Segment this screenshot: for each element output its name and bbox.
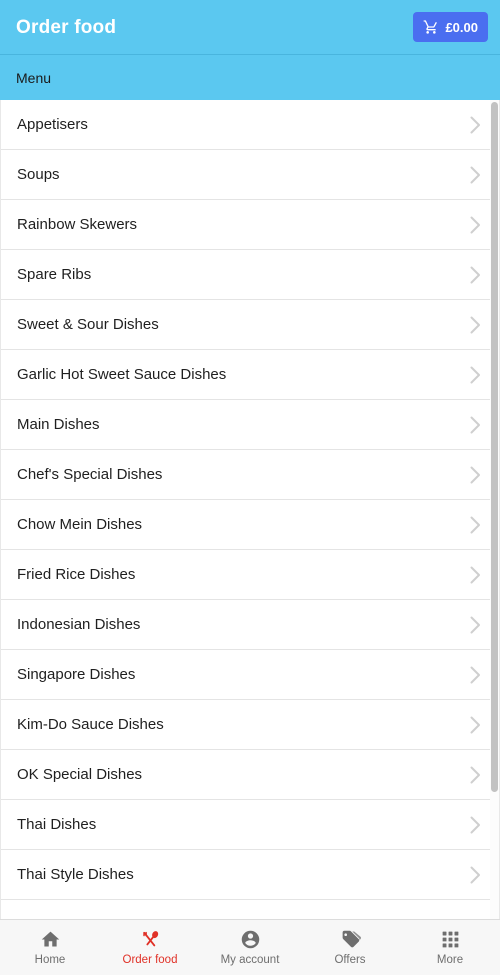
menu-category-label: Thai Dishes <box>17 817 97 832</box>
nav-item-label: Offers <box>334 954 366 967</box>
nav-item-order-food[interactable]: Order food <box>100 920 200 975</box>
menu-category-row[interactable]: Chow Mein Dishes <box>1 500 499 550</box>
chevron-right-icon <box>465 565 485 585</box>
chevron-right-icon <box>465 515 485 535</box>
chevron-right-icon <box>465 165 485 185</box>
menu-category-label: Chef's Special Dishes <box>17 467 163 482</box>
menu-category-row[interactable]: Thai Style Dishes <box>1 850 499 900</box>
menu-category-label: Chow Mein Dishes <box>17 517 143 532</box>
home-icon <box>40 928 61 950</box>
menu-category-list: Appetisers Soups Rainbow Skewers Spare Ribs… <box>1 100 499 900</box>
chevron-right-icon <box>465 365 485 385</box>
menu-category-row[interactable]: Singapore Dishes <box>1 650 499 700</box>
menu-category-label: Appetisers <box>17 117 88 132</box>
menu-category-row[interactable]: Chef's Special Dishes <box>1 450 499 500</box>
nav-item-label: My account <box>220 954 280 967</box>
menu-category-row[interactable]: Garlic Hot Sweet Sauce Dishes <box>1 350 499 400</box>
vertical-scrollbar[interactable] <box>490 100 499 919</box>
bottom-navigation-bar: Home Order food My account Offers More <box>0 919 500 975</box>
menu-category-row[interactable]: Fried Rice Dishes <box>1 550 499 600</box>
menu-category-label: Spare Ribs <box>17 267 92 282</box>
order-food-screen: Order food £0.00 Menu Appetisers Soups Rai… <box>0 0 500 975</box>
menu-category-list-viewport: Appetisers Soups Rainbow Skewers Spare Ribs… <box>0 100 500 919</box>
menu-category-row[interactable]: Kim-Do Sauce Dishes <box>1 700 499 750</box>
nav-item-offers[interactable]: Offers <box>300 920 400 975</box>
chevron-right-icon <box>465 615 485 635</box>
menu-category-label: Main Dishes <box>17 417 100 432</box>
nav-item-my-account[interactable]: My account <box>200 920 300 975</box>
nav-item-label: More <box>436 954 464 967</box>
menu-category-row[interactable]: Spare Ribs <box>1 250 499 300</box>
menu-category-label: Sweet & Sour Dishes <box>17 317 159 332</box>
nav-item-home[interactable]: Home <box>0 920 100 975</box>
chevron-right-icon <box>465 465 485 485</box>
chevron-right-icon <box>465 315 485 335</box>
menu-category-label: Garlic Hot Sweet Sauce Dishes <box>17 367 227 382</box>
menu-category-row[interactable]: Main Dishes <box>1 400 499 450</box>
cart-button[interactable]: £0.00 <box>413 12 488 42</box>
chevron-right-icon <box>465 415 485 435</box>
chevron-right-icon <box>465 265 485 285</box>
chevron-right-icon <box>465 815 485 835</box>
menu-category-label: Thai Style Dishes <box>17 867 134 882</box>
chevron-right-icon <box>465 865 485 885</box>
scrollbar-thumb[interactable] <box>491 102 498 792</box>
menu-category-label: OK Special Dishes <box>17 767 143 782</box>
menu-category-row[interactable]: Sweet & Sour Dishes <box>1 300 499 350</box>
chevron-right-icon <box>465 665 485 685</box>
shopping-cart-icon <box>423 19 439 35</box>
nav-item-label: Home <box>34 954 66 967</box>
tags-icon <box>340 928 361 950</box>
app-header: Order food £0.00 <box>0 0 500 54</box>
menu-category-row[interactable]: Indonesian Dishes <box>1 600 499 650</box>
menu-category-label: Singapore Dishes <box>17 667 136 682</box>
nav-item-more[interactable]: More <box>400 920 500 975</box>
menu-category-row[interactable]: OK Special Dishes <box>1 750 499 800</box>
menu-category-row[interactable]: Thai Dishes <box>1 800 499 850</box>
account-circle-icon <box>240 928 261 950</box>
menu-category-label: Indonesian Dishes <box>17 617 141 632</box>
grid-apps-icon <box>440 928 461 950</box>
menu-category-row[interactable]: Rainbow Skewers <box>1 200 499 250</box>
menu-section-label: Menu <box>16 69 52 86</box>
chevron-right-icon <box>465 715 485 735</box>
chevron-right-icon <box>465 115 485 135</box>
menu-category-label: Fried Rice Dishes <box>17 567 136 582</box>
menu-category-label: Rainbow Skewers <box>17 217 138 232</box>
page-title: Order food <box>16 16 117 38</box>
nav-item-label: Order food <box>122 954 178 967</box>
menu-section-header: Menu <box>0 54 500 100</box>
menu-category-row[interactable]: Soups <box>1 150 499 200</box>
chevron-right-icon <box>465 215 485 235</box>
menu-category-label: Kim-Do Sauce Dishes <box>17 717 164 732</box>
menu-category-row[interactable]: Appetisers <box>1 100 499 150</box>
menu-category-label: Soups <box>17 167 60 182</box>
fork-spoon-icon <box>140 928 161 950</box>
chevron-right-icon <box>465 765 485 785</box>
cart-amount-label: £0.00 <box>445 19 478 35</box>
